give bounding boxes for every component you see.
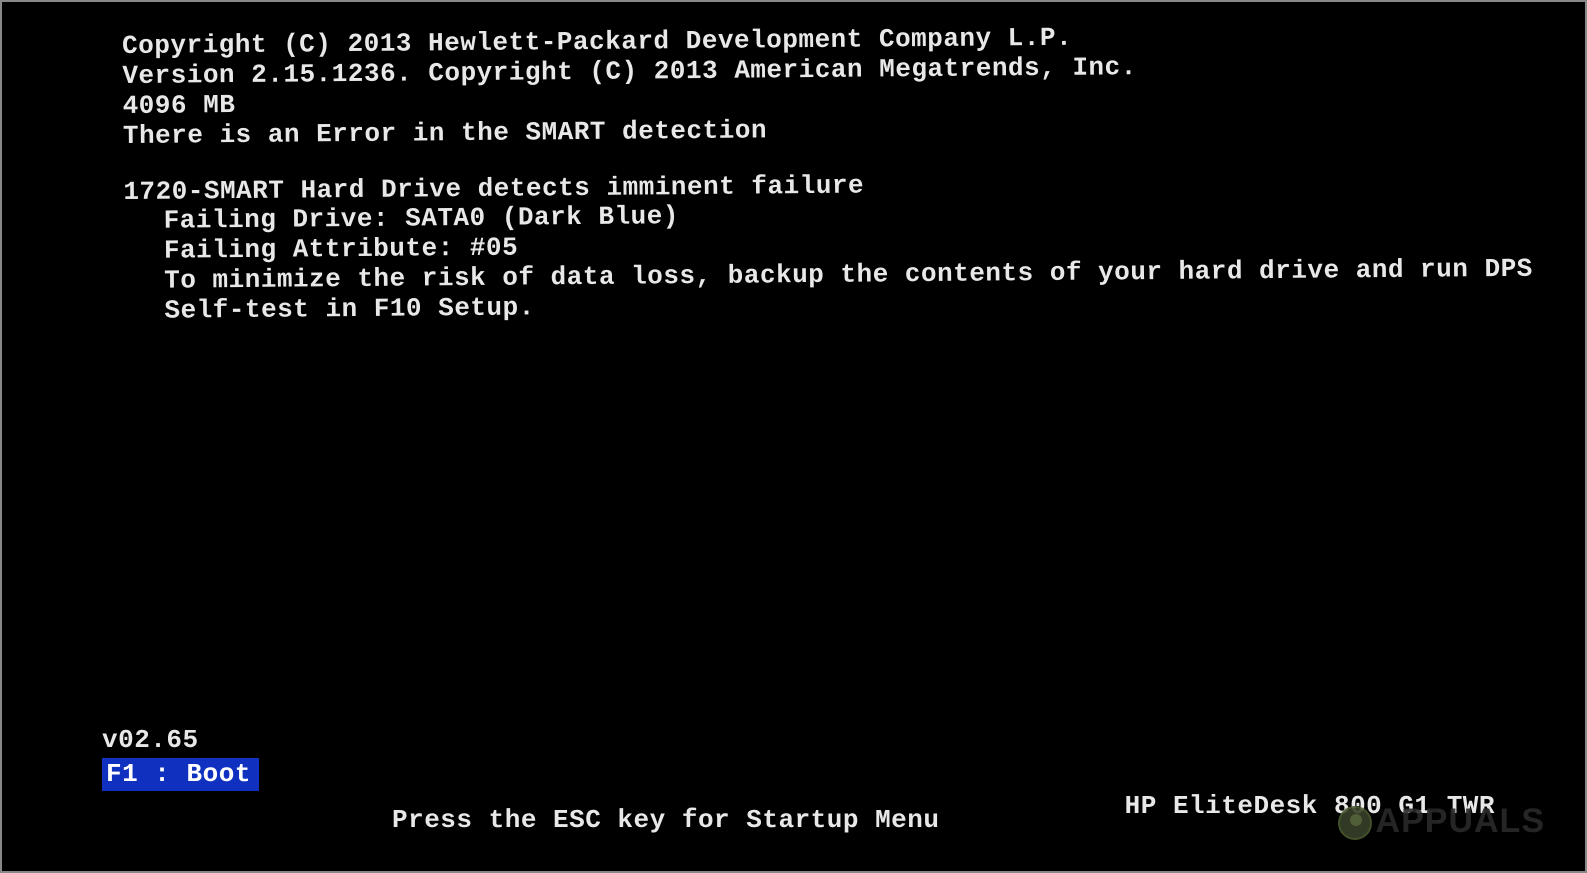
esc-startup-menu-prompt[interactable]: Press the ESC key for Startup Menu [392, 805, 940, 836]
f1-boot-prompt[interactable]: F1 : Boot [102, 758, 259, 791]
bios-screen: Copyright (C) 2013 Hewlett-Packard Devel… [122, 32, 1555, 841]
bios-text-block: Copyright (C) 2013 Hewlett-Packard Devel… [122, 19, 1558, 327]
bios-footer: v02.65 F1 : Boot Press the ESC key for S… [102, 725, 1555, 831]
smart-advice-line: To minimize the risk of data loss, backu… [124, 255, 1557, 327]
bios-version: v02.65 [102, 725, 1555, 756]
system-model: HP EliteDesk 800 G1 TWR [1125, 791, 1495, 822]
